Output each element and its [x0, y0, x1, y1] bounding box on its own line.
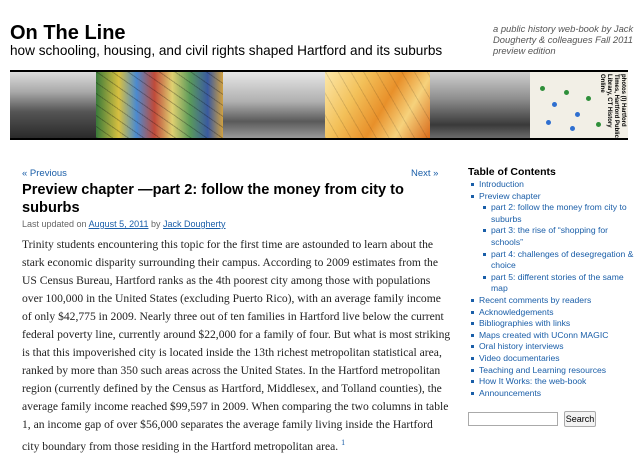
footnote-link[interactable]: 1: [341, 438, 345, 447]
banner-photo-houses: [223, 72, 325, 138]
toc-heading: Table of Contents: [468, 166, 556, 178]
map-pin-icon: [552, 102, 557, 107]
map-pin-icon: [586, 96, 591, 101]
site-tagline: a public history web-book by Jack Doughe…: [493, 23, 634, 56]
toc-item-maps[interactable]: Maps created with UConn MAGIC: [470, 330, 636, 342]
toc-item-part-5[interactable]: part 5: different stories of the same ma…: [482, 272, 636, 295]
toc-item-video[interactable]: Video documentaries: [470, 353, 636, 365]
banner-orange-map: [325, 72, 430, 138]
post-title: Preview chapter —part 2: follow the mone…: [22, 182, 404, 216]
site-title[interactable]: On The Line: [10, 22, 126, 44]
post-date-link[interactable]: August 5, 2011: [89, 219, 149, 229]
toc-item-part-3[interactable]: part 3: the rise of “shopping for school…: [482, 225, 636, 248]
toc-item-part-4[interactable]: part 4: challenges of desegregation & ch…: [482, 249, 636, 272]
toc-item-how-it-works[interactable]: How It Works: the web-book: [470, 376, 636, 388]
toc-item-teaching[interactable]: Teaching and Learning resources: [470, 365, 636, 377]
map-pin-icon: [546, 120, 551, 125]
toc-item-recent-comments[interactable]: Recent comments by readers: [470, 295, 636, 307]
map-pin-icon: [540, 86, 545, 91]
post-body-text: Trinity students encountering this topic…: [22, 238, 451, 453]
banner-pin-map: photos (l) Hartford Times, Hartford Publ…: [530, 72, 628, 138]
banner-photo-school-children: [10, 72, 96, 138]
banner-photo-protest: [430, 72, 530, 138]
header-banner-image: photos (l) Hartford Times, Hartford Publ…: [10, 70, 628, 140]
toc-item-preview-chapter[interactable]: Preview chapter: [470, 191, 636, 203]
toc-item-announcements[interactable]: Announcements: [470, 388, 636, 400]
author-link[interactable]: Jack Dougherty: [163, 219, 226, 229]
toc-item-part-2[interactable]: part 2: follow the money from city to su…: [482, 202, 636, 225]
site-description: how schooling, housing, and civil rights…: [10, 43, 443, 58]
map-pin-icon: [564, 90, 569, 95]
next-post-link[interactable]: Next »: [411, 168, 438, 180]
toc-item-introduction[interactable]: Introduction: [470, 179, 636, 191]
table-of-contents: Introduction Preview chapter part 2: fol…: [470, 179, 636, 399]
toc-item-oral-history[interactable]: Oral history interviews: [470, 341, 636, 353]
map-pin-icon: [570, 126, 575, 131]
search-button[interactable]: Search: [564, 411, 596, 427]
post-body: Trinity students encountering this topic…: [22, 236, 452, 456]
map-pin-icon: [575, 112, 580, 117]
by-label: by: [150, 219, 161, 229]
search-input[interactable]: [468, 412, 558, 426]
banner-credit: photos (l) Hartford Times, Hartford Publ…: [599, 74, 626, 138]
toc-item-acknowledgements[interactable]: Acknowledgements: [470, 307, 636, 319]
toc-item-bibliographies[interactable]: Bibliographies with links: [470, 318, 636, 330]
post-meta: Last updated on August 5, 2011 by Jack D…: [22, 219, 226, 230]
previous-post-link[interactable]: « Previous: [22, 168, 67, 180]
banner-colored-map: [96, 72, 223, 138]
updated-prefix: Last updated on: [22, 219, 87, 229]
